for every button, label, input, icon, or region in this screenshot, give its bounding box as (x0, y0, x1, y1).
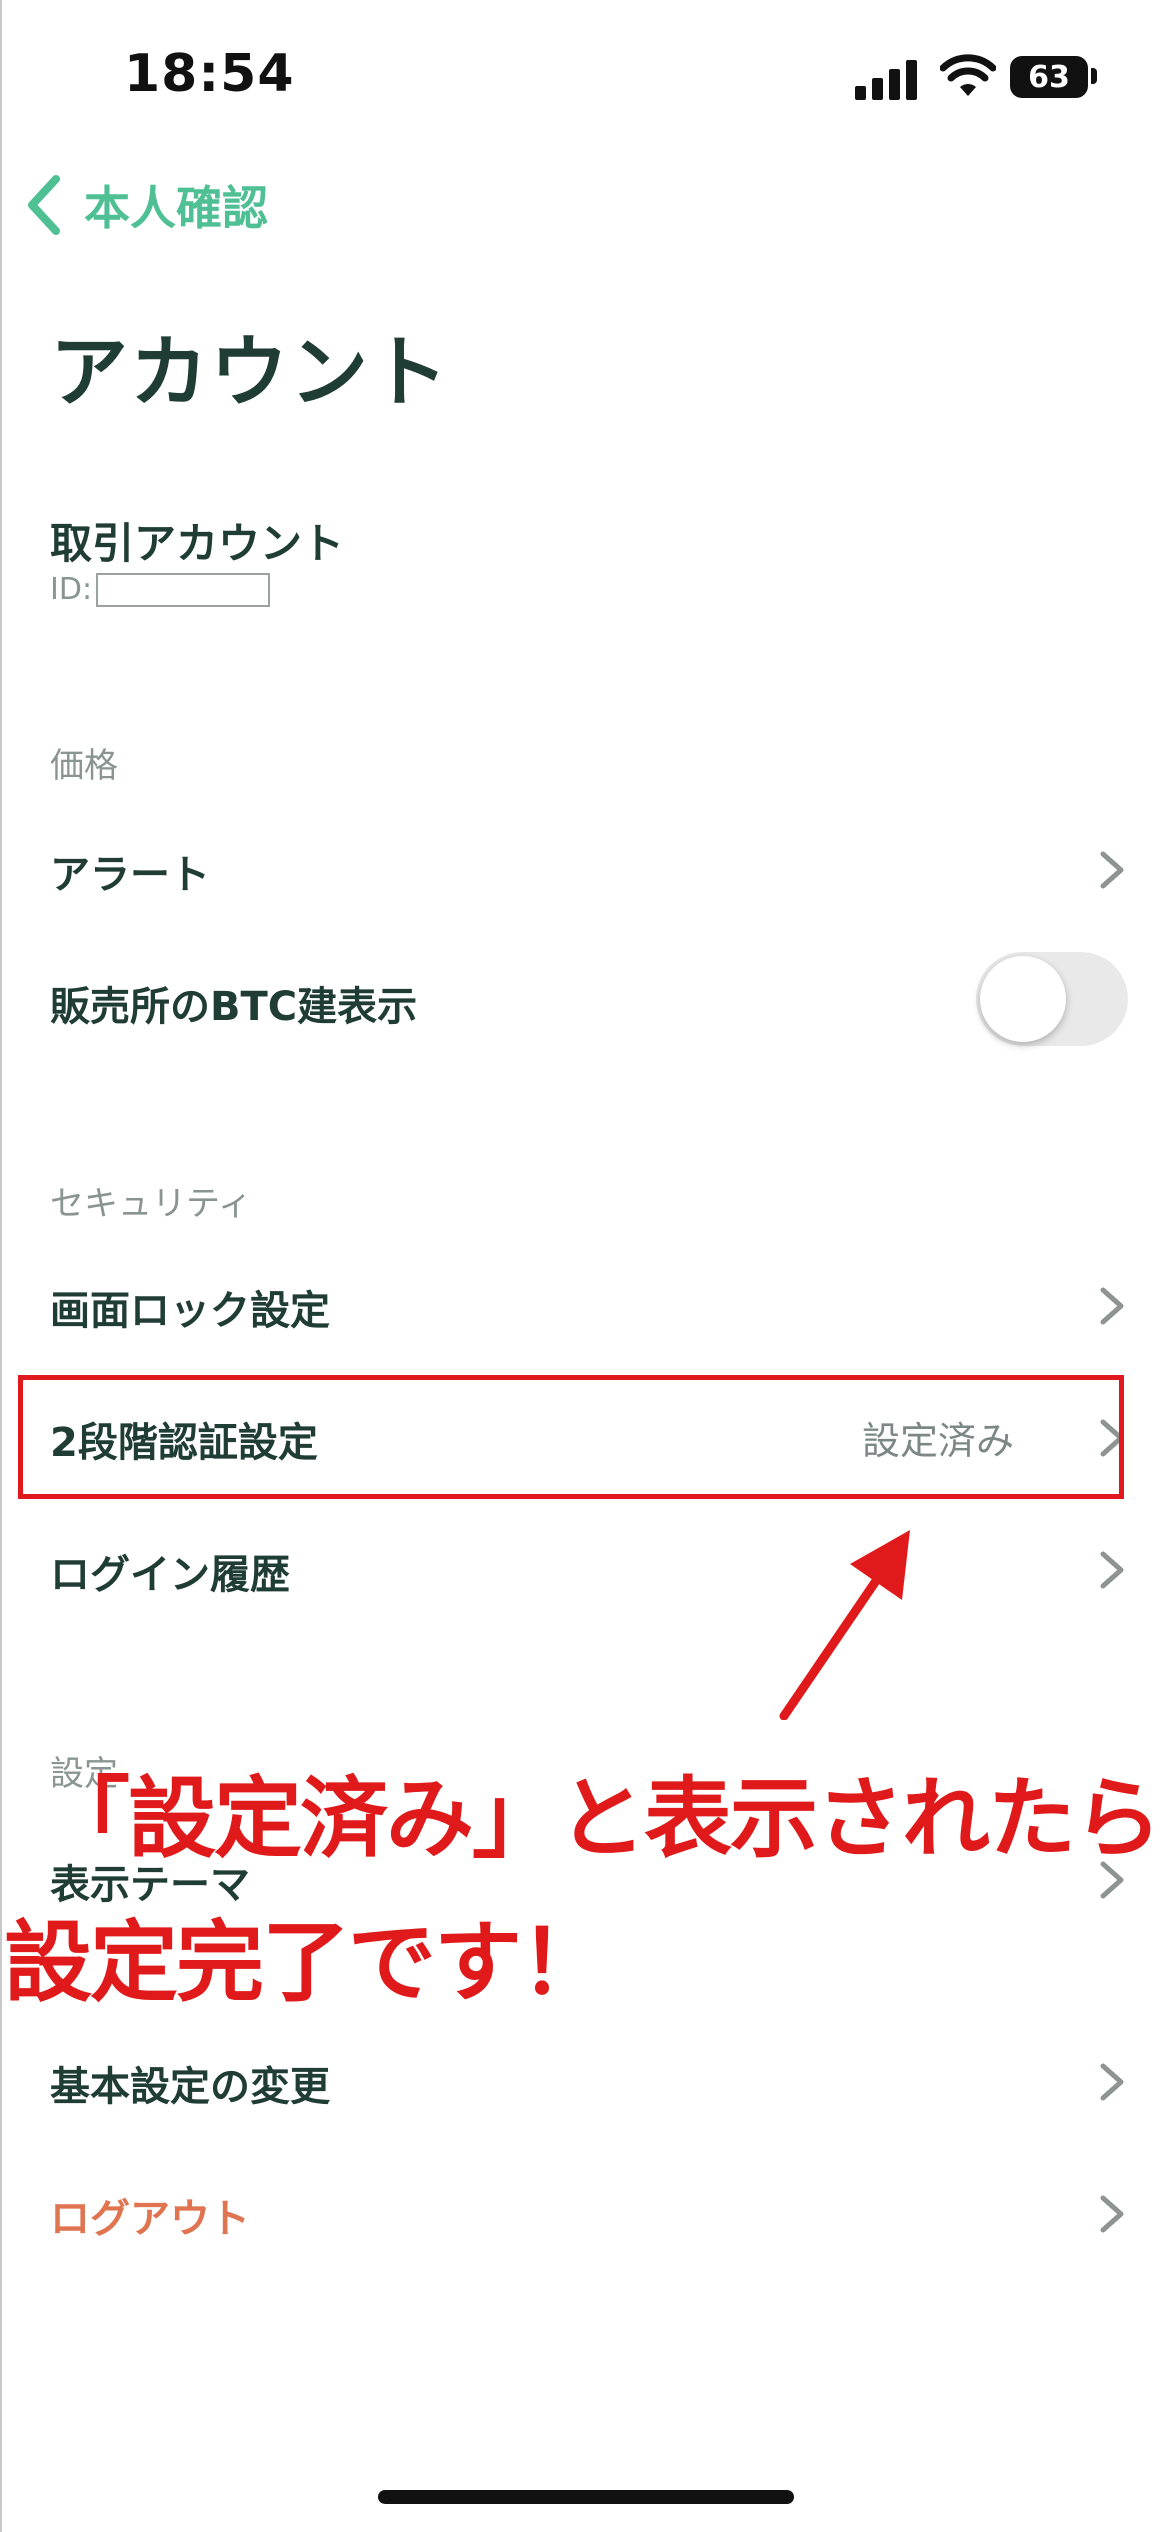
row-login-history-label[interactable]: ログイン履歴 (50, 1542, 290, 1600)
annotation-line2: 設定完了です！ (4, 1911, 608, 2014)
status-time: 18:54 (124, 44, 295, 104)
section-price: 価格 (50, 746, 118, 786)
row-alert-label[interactable]: アラート (50, 842, 210, 900)
chevron-right-icon[interactable] (1097, 2060, 1127, 2104)
account-title: 取引アカウント (50, 519, 345, 568)
btc-display-toggle[interactable] (976, 952, 1128, 1046)
wifi-icon (940, 54, 996, 96)
back-label: 本人確認 (84, 181, 268, 235)
section-security: セキュリティ (50, 1184, 252, 1224)
toggle-knob (980, 956, 1066, 1042)
chevron-left-icon (28, 175, 60, 235)
account-id-redacted (96, 572, 271, 607)
row-basic-settings-label[interactable]: 基本設定の変更 (50, 2054, 330, 2112)
chevron-right-icon[interactable] (1097, 1284, 1127, 1328)
window-edge (0, 0, 2, 2532)
account-id-label: ID: (50, 572, 93, 607)
row-screen-lock-label[interactable]: 画面ロック設定 (50, 1278, 330, 1336)
annotation-arrow (779, 1530, 910, 1720)
annotation-line1: 「設定済み」と表示されたら (42, 1767, 1162, 1870)
home-indicator (378, 2490, 794, 2504)
chevron-right-icon[interactable] (1097, 848, 1127, 892)
account-id: ID: (50, 572, 271, 607)
cellular-signal-icon (855, 54, 919, 100)
chevron-right-icon[interactable] (1097, 1548, 1127, 1592)
back-button[interactable]: 本人確認 (22, 172, 268, 238)
battery-tip (1091, 68, 1097, 84)
row-btc-display-label: 販売所のBTC建表示 (50, 984, 418, 1030)
chevron-right-icon[interactable] (1097, 2192, 1127, 2236)
page-title: アカウント (50, 328, 451, 418)
row-logout-label[interactable]: ログアウト (50, 2186, 250, 2244)
highlight-box (18, 1375, 1124, 1499)
battery-icon: 63 (1010, 56, 1088, 98)
